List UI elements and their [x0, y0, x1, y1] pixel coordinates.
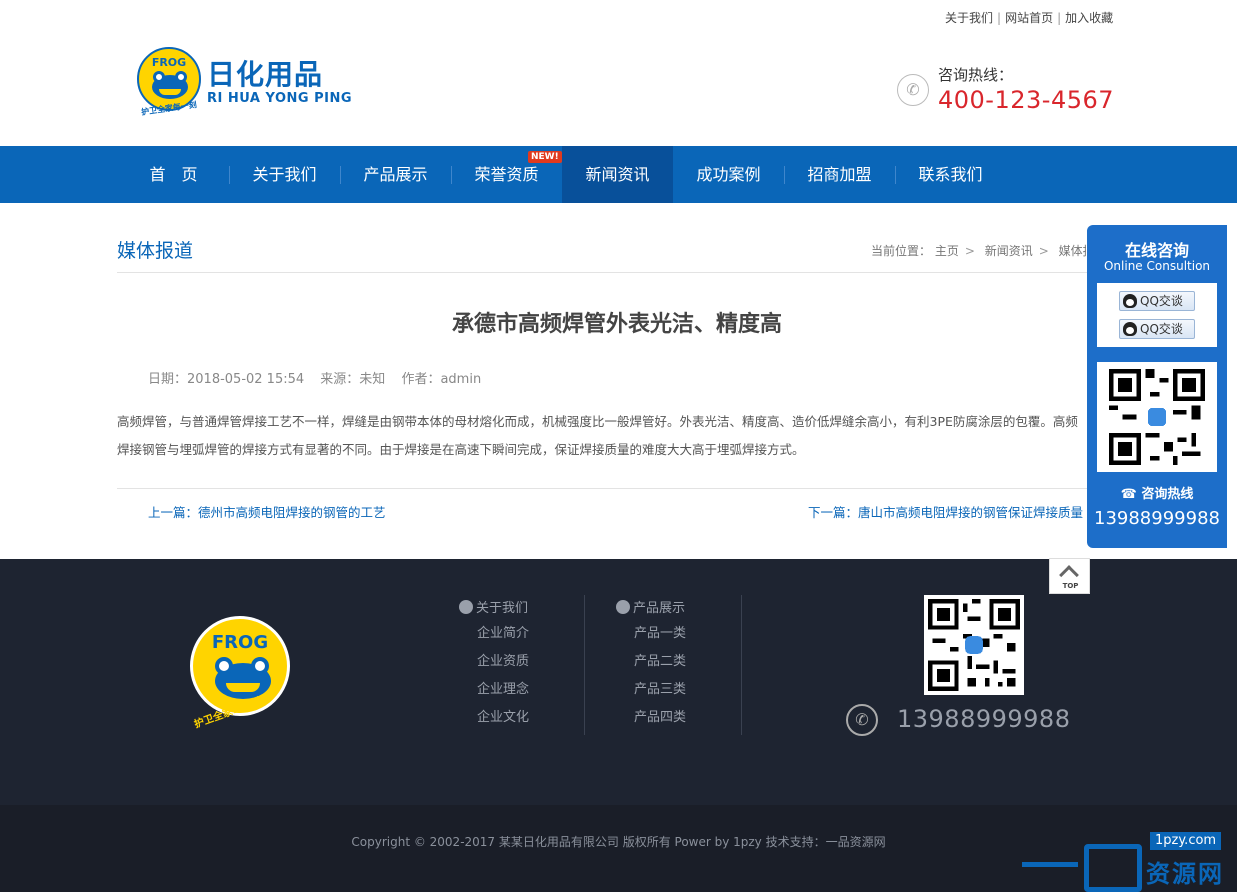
footer-divider: [741, 595, 742, 735]
telephone-icon: ☎: [1120, 487, 1142, 502]
footer-col-products: 产品展示 产品一类 产品二类 产品三类 产品四类: [616, 598, 776, 732]
article-body: 高频焊管，与普通焊管焊接工艺不一样，焊缝是由钢带本体的母材熔化而成，机械强度比一…: [117, 408, 1087, 464]
hotline-label: 咨询热线：: [938, 66, 1014, 84]
breadcrumb-prefix: 当前位置：: [871, 244, 932, 258]
qq-chat-button[interactable]: QQ交谈: [1119, 291, 1195, 311]
nav-item-about[interactable]: 关于我们: [229, 146, 340, 203]
footer-phone-icon: ✆: [846, 704, 878, 736]
footer-link[interactable]: 产品二类: [616, 648, 776, 676]
article-title: 承德市高频焊管外表光洁、精度高: [451, 312, 782, 337]
footer-qr-code: [924, 595, 1024, 695]
page-title: 媒体报道: [117, 240, 194, 262]
hotline-number: 400-123-4567: [938, 86, 1115, 114]
breadcrumb-news[interactable]: 新闻资讯: [985, 244, 1033, 258]
breadcrumb-media[interactable]: 媒体报道: [1059, 244, 1086, 258]
nav-item-cases[interactable]: 成功案例: [673, 146, 784, 203]
qq-chat-button[interactable]: QQ交谈: [1119, 319, 1195, 339]
footer-products-head[interactable]: 产品展示: [616, 598, 776, 620]
watermark-site: 1pzy.com: [1150, 832, 1222, 850]
main-nav: 首 页 关于我们 产品展示 荣誉资质 新闻资讯 成功案例 招商加盟 联系我们: [0, 146, 1237, 203]
article-source: 来源：未知: [320, 372, 386, 387]
footer-link[interactable]: 企业资质: [459, 648, 619, 676]
footer-logo-badge: FROG: [211, 632, 269, 653]
section-divider: [117, 272, 1087, 273]
footer-link[interactable]: 企业简介: [459, 620, 619, 648]
logo-name-en: RI HUA YONG PING: [207, 91, 352, 106]
back-to-top-button[interactable]: TOP: [1049, 558, 1090, 594]
consult-subtitle: Online Consultion: [1103, 259, 1211, 273]
logo-badge-text: FROG: [151, 56, 187, 69]
footer-about-head[interactable]: 关于我们: [459, 598, 619, 620]
footer-link[interactable]: 产品三类: [616, 676, 776, 704]
consult-title: 在线咨询: [1124, 241, 1189, 260]
consult-hotline-label: ☎ 咨询热线: [1120, 487, 1194, 502]
article-divider: [117, 488, 1087, 489]
breadcrumb-home[interactable]: 主页: [935, 244, 959, 258]
breadcrumb: 当前位置： 主页> 新闻资讯> 媒体报道: [871, 242, 1086, 259]
next-article-link[interactable]: 下一篇：唐山市高频电阻焊接的钢管保证焊接质量: [808, 502, 1087, 521]
footer-divider: [584, 595, 585, 735]
top-link-favorite[interactable]: 加入收藏: [1065, 11, 1113, 25]
header-hotline: ✆ 咨询热线： 400-123-4567: [897, 62, 1117, 122]
article-author: 作者：admin: [401, 372, 482, 387]
footer-link[interactable]: 企业理念: [459, 676, 619, 704]
qq-penguin-icon: [1123, 294, 1137, 308]
user-icon: [459, 600, 473, 614]
top-link-home[interactable]: 网站首页: [1005, 11, 1053, 25]
article-paragraph: 焊接钢管与埋弧焊管的焊接方式有显著的不同。由于焊接是在高速下瞬间完成，保证焊接质…: [117, 442, 805, 457]
article-date: 日期：2018-05-02 15:54: [148, 372, 305, 387]
footer-phone-number: 13988999988: [897, 705, 1071, 733]
back-to-top-label: TOP: [1062, 582, 1079, 590]
footer-col-about: 关于我们 企业简介 企业资质 企业理念 企业文化: [459, 598, 619, 732]
online-consult-panel: 在线咨询 Online Consultion QQ交谈 QQ交谈 ☎ 咨询热线 …: [1087, 225, 1227, 548]
watermark-logo: 1pzy.com 资源网: [1022, 832, 1237, 892]
article-paragraph: 高频焊管，与普通焊管焊接工艺不一样，焊缝是由钢带本体的母材熔化而成，机械强度比一…: [117, 414, 1078, 429]
prev-article-link[interactable]: 上一篇：德州市高频电阻焊接的钢管的工艺: [148, 502, 386, 521]
leaf-icon: [616, 600, 630, 614]
phone-icon: ✆: [897, 74, 929, 106]
site-logo[interactable]: FROG 护卫全家每一刻 日化用品 RI HUA YONG PING: [137, 47, 357, 125]
nav-item-franchise[interactable]: 招商加盟: [784, 146, 895, 203]
footer-link[interactable]: 产品一类: [616, 620, 776, 648]
nav-item-home[interactable]: 首 页: [118, 146, 229, 203]
logo-name-cn: 日化用品: [207, 58, 324, 91]
new-badge: NEW!: [528, 151, 562, 163]
nav-item-products[interactable]: 产品展示: [340, 146, 451, 203]
article-meta: 日期：2018-05-02 15:54 来源：未知 作者：admin: [148, 368, 493, 387]
watermark-text: 资源网: [1146, 860, 1224, 888]
nav-item-news[interactable]: 新闻资讯: [562, 146, 673, 203]
top-link-about[interactable]: 关于我们: [945, 11, 993, 25]
consult-qr-code: [1097, 362, 1217, 472]
top-links: 关于我们 | 网站首页 | 加入收藏: [945, 11, 1114, 25]
footer-link[interactable]: 企业文化: [459, 704, 619, 732]
consult-hotline-number: 13988999988: [1094, 508, 1220, 529]
qq-box: QQ交谈 QQ交谈: [1097, 283, 1217, 347]
qq-penguin-icon: [1123, 322, 1137, 336]
footer-link[interactable]: 产品四类: [616, 704, 776, 732]
nav-item-contact[interactable]: 联系我们: [895, 146, 1006, 203]
